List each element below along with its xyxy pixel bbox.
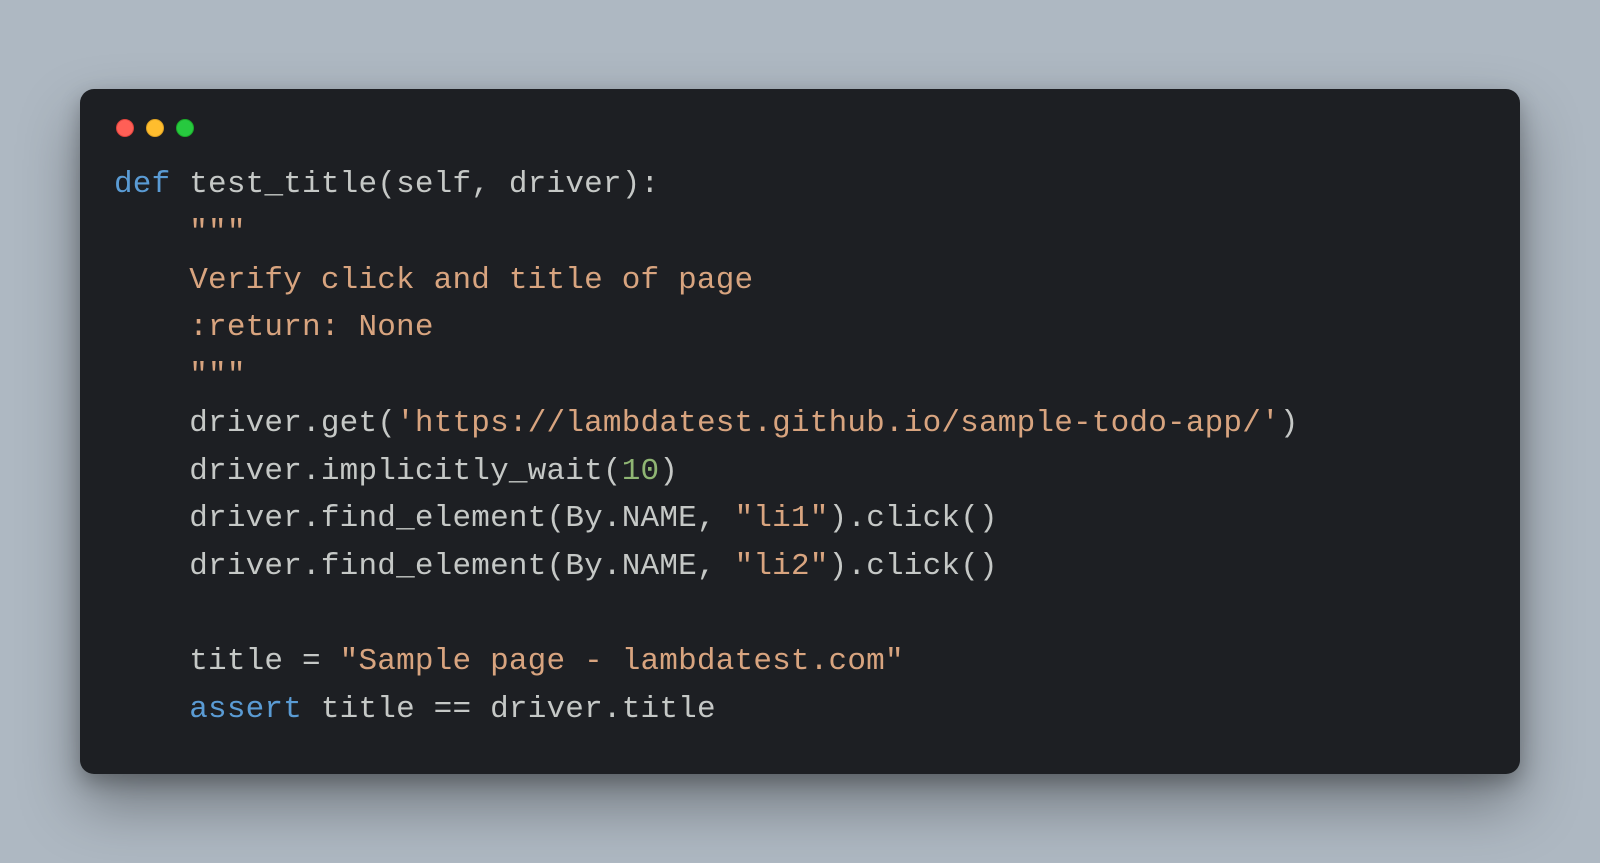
paren-close: ) xyxy=(1280,406,1299,441)
ident-driver: driver xyxy=(189,454,302,489)
empty-parens: () xyxy=(960,549,998,584)
empty-parens: () xyxy=(960,501,998,536)
docstring-line: :return: None xyxy=(189,310,433,345)
paren-close: ) xyxy=(659,454,678,489)
method-find-element: find_element xyxy=(321,501,547,536)
dot: . xyxy=(847,549,866,584)
ident-driver: driver xyxy=(490,692,603,727)
method-implicitly-wait: implicitly_wait xyxy=(321,454,603,489)
ident-driver: driver xyxy=(189,501,302,536)
paren-open: ( xyxy=(547,549,566,584)
method-get: get xyxy=(321,406,377,441)
comma: , xyxy=(471,167,509,202)
method-find-element: find_element xyxy=(321,549,547,584)
param-self: self xyxy=(396,167,471,202)
attr-name: NAME xyxy=(622,501,697,536)
ident-driver: driver xyxy=(189,549,302,584)
paren-open: ( xyxy=(547,501,566,536)
docstring-close: """ xyxy=(189,358,245,393)
indent xyxy=(114,263,189,298)
indent xyxy=(114,549,189,584)
indent xyxy=(114,644,189,679)
ident-by: By xyxy=(565,549,603,584)
paren-close-colon: ): xyxy=(622,167,660,202)
string-li2: "li2" xyxy=(735,549,829,584)
assign: = xyxy=(283,644,339,679)
indent xyxy=(114,406,189,441)
dot: . xyxy=(302,549,321,584)
dot: . xyxy=(302,501,321,536)
close-icon[interactable] xyxy=(116,119,134,137)
attr-name: NAME xyxy=(622,549,697,584)
docstring-line: Verify click and title of page xyxy=(189,263,753,298)
string-url: 'https://lambdatest.github.io/sample-tod… xyxy=(396,406,1280,441)
dot: . xyxy=(847,501,866,536)
dot: . xyxy=(603,501,622,536)
paren-open: ( xyxy=(377,406,396,441)
ident-by: By xyxy=(565,501,603,536)
method-click: click xyxy=(866,549,960,584)
paren-open: ( xyxy=(377,167,396,202)
method-click: click xyxy=(866,501,960,536)
code-window: def test_title(self, driver): """ Verify… xyxy=(80,89,1520,774)
docstring-open: """ xyxy=(189,215,245,250)
indent xyxy=(114,358,189,393)
comma: , xyxy=(697,501,735,536)
paren-close: ) xyxy=(829,501,848,536)
indent xyxy=(114,692,189,727)
comma: , xyxy=(697,549,735,584)
dot: . xyxy=(603,549,622,584)
string-li1: "li1" xyxy=(735,501,829,536)
space xyxy=(302,692,321,727)
ident-title: title xyxy=(321,692,415,727)
indent xyxy=(114,310,189,345)
number-10: 10 xyxy=(622,454,660,489)
eq-eq: == xyxy=(415,692,490,727)
indent xyxy=(114,454,189,489)
keyword-assert: assert xyxy=(189,692,302,727)
indent xyxy=(114,215,189,250)
string-title: "Sample page - lambdatest.com" xyxy=(340,644,904,679)
ident-title: title xyxy=(189,644,283,679)
dot: . xyxy=(302,406,321,441)
dot: . xyxy=(603,692,622,727)
code-block: def test_title(self, driver): """ Verify… xyxy=(114,161,1486,734)
dot: . xyxy=(302,454,321,489)
minimize-icon[interactable] xyxy=(146,119,164,137)
window-titlebar xyxy=(114,117,1486,161)
ident-driver: driver xyxy=(189,406,302,441)
indent xyxy=(114,501,189,536)
function-name: test_title xyxy=(189,167,377,202)
zoom-icon[interactable] xyxy=(176,119,194,137)
paren-open: ( xyxy=(603,454,622,489)
paren-close: ) xyxy=(829,549,848,584)
attr-title: title xyxy=(622,692,716,727)
keyword-def: def xyxy=(114,167,170,202)
param-driver: driver xyxy=(509,167,622,202)
space xyxy=(170,167,189,202)
